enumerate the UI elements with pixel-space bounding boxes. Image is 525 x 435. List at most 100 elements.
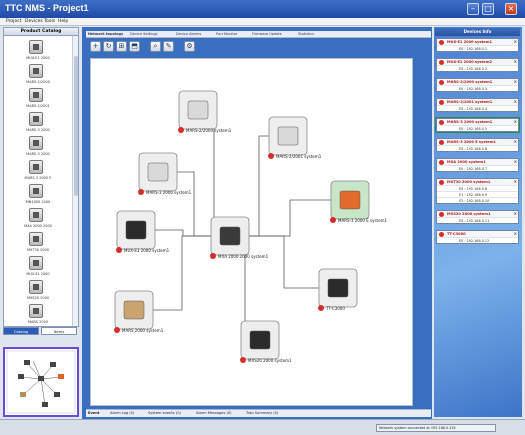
scroll-thumb[interactable] bbox=[74, 56, 78, 196]
tab-alarm-log[interactable]: Alarm Log (0) bbox=[110, 411, 134, 415]
topology-node[interactable]: TT-C3000 bbox=[318, 268, 358, 311]
menu-help[interactable]: Help bbox=[58, 19, 68, 24]
topology-node[interactable]: MARS-2/2000 system1 bbox=[178, 90, 232, 133]
catalog-item[interactable]: MXS20 2000 bbox=[18, 280, 58, 304]
device-info-entry[interactable]: MARS-3 2000 E system1 × E0 : 192.168.0.6 bbox=[436, 138, 519, 152]
grid-layout-icon[interactable]: ⊞ bbox=[116, 41, 127, 52]
tab-device-alarms[interactable]: Device Alarms bbox=[176, 32, 201, 36]
device-name: MUX-E1 2000 system1 bbox=[447, 40, 492, 44]
device-info-entry[interactable]: MXS20 2000 system1 × E0 : 192.168.0.11 bbox=[436, 210, 519, 224]
alarm-status-icon bbox=[268, 153, 274, 159]
menu-project[interactable]: Project bbox=[6, 19, 21, 24]
device-info-entry[interactable]: MUX-E1 2000 system2 × E0 : 192.168.0.2 bbox=[436, 58, 519, 72]
tab-event[interactable]: Event bbox=[88, 411, 100, 415]
device-info-entry[interactable]: MUX-E1 2000 system1 × E0 : 192.168.0.1 bbox=[436, 38, 519, 52]
menu-devices[interactable]: Devices bbox=[25, 19, 43, 24]
device-name: MARS-2/2000 system1 bbox=[447, 80, 493, 84]
tab-items[interactable]: Items bbox=[41, 327, 77, 335]
topology-toolbar: + ↻ ⊞ ⬒ ⌕ ✎ ⚙ bbox=[90, 41, 210, 53]
catalog-item[interactable]: MARS-3 2000 bbox=[18, 136, 58, 160]
maximize-button[interactable]: □ bbox=[482, 3, 494, 15]
device-info-title: MARS-3 2000 system1 × bbox=[437, 119, 518, 125]
device-icon bbox=[29, 256, 43, 270]
remove-icon[interactable]: × bbox=[514, 99, 517, 105]
device-info-title: MXA 2000 system1 × bbox=[437, 159, 518, 165]
catalog-item[interactable]: MARS-3 2000 E bbox=[18, 160, 58, 184]
tab-firmware-update[interactable]: Firmware Update bbox=[252, 32, 282, 36]
remove-icon[interactable]: × bbox=[514, 59, 517, 65]
catalog-item[interactable]: MN1000 2000 bbox=[18, 184, 58, 208]
tab-catalog[interactable]: Catalog bbox=[3, 327, 39, 335]
catalog-item[interactable]: MUX-EL 2000 bbox=[18, 256, 58, 280]
catalog-item[interactable]: MUX-E1 2000 bbox=[18, 40, 58, 64]
tab-device-settings[interactable]: Device Settings bbox=[130, 32, 157, 36]
catalog-item[interactable]: MARS 2000 bbox=[18, 304, 58, 326]
remove-icon[interactable]: × bbox=[514, 211, 517, 217]
export-icon[interactable]: ⬒ bbox=[129, 41, 140, 52]
tab-statistics[interactable]: Statistics bbox=[298, 32, 314, 36]
device-port-row: E0 : 192.168.0.12 bbox=[437, 237, 518, 243]
remove-icon[interactable]: × bbox=[514, 39, 517, 45]
status-tray: Network system connected at 192.168.0.25… bbox=[376, 424, 496, 432]
device-name: MXS20 2000 system1 bbox=[447, 212, 491, 216]
device-icon bbox=[29, 304, 43, 318]
device-info-title: MXS20 2000 system1 × bbox=[437, 211, 518, 217]
node-label: TT-C3000 bbox=[325, 306, 345, 311]
edit-icon[interactable]: ✎ bbox=[163, 41, 174, 52]
remove-icon[interactable]: × bbox=[514, 179, 517, 185]
remove-icon[interactable]: × bbox=[514, 119, 517, 125]
menu-tools[interactable]: Tools bbox=[44, 19, 55, 24]
device-port-row: E0 : 192.168.0.1 bbox=[437, 45, 518, 51]
minimize-button[interactable]: – bbox=[467, 3, 479, 15]
device-icon bbox=[29, 160, 43, 174]
node-label: MXA 2000 2000 system1 bbox=[218, 254, 269, 259]
device-icon bbox=[249, 330, 271, 350]
topology-node[interactable]: MARS-2/2001 system1 bbox=[268, 116, 322, 159]
topology-node[interactable]: MXA 2000 2000 system1 bbox=[210, 216, 269, 259]
catalog-item[interactable]: MARS-2/2001 bbox=[18, 88, 58, 112]
remove-icon[interactable]: × bbox=[514, 79, 517, 85]
tab-port-monitor[interactable]: Port Monitor bbox=[216, 32, 237, 36]
devices-info-header: Devices Info bbox=[435, 28, 520, 36]
tab-system-events[interactable]: System events (0) bbox=[148, 411, 181, 415]
device-icon bbox=[339, 190, 361, 210]
topology-graph[interactable]: MARS-2/2000 system1 MARS-2/2001 system1 MA… bbox=[91, 59, 412, 405]
add-device-icon[interactable]: + bbox=[90, 41, 101, 52]
close-button[interactable]: × bbox=[505, 3, 517, 15]
tab-alarm-messages[interactable]: Alarm Messages (0) bbox=[196, 411, 232, 415]
device-info-entry[interactable]: MARS-2/2001 system1 × E0 : 192.168.0.4 bbox=[436, 98, 519, 112]
zoom-icon[interactable]: ⌕ bbox=[150, 41, 161, 52]
refresh-icon[interactable]: ↻ bbox=[103, 41, 114, 52]
remove-icon[interactable]: × bbox=[514, 231, 517, 237]
settings-icon[interactable]: ⚙ bbox=[184, 41, 195, 52]
tab-trap-summary[interactable]: Trap Summary (0) bbox=[246, 411, 278, 415]
alarm-status-icon bbox=[439, 211, 444, 217]
menu-bar: Project Devices Tools Help bbox=[0, 18, 525, 26]
topology-node[interactable]: MUX-E1 2000 system1 bbox=[116, 210, 170, 253]
remove-icon[interactable]: × bbox=[514, 159, 517, 165]
topology-node[interactable]: MARS-3 2000 system1 bbox=[138, 152, 192, 195]
catalog-item[interactable]: MARS-3 2000 bbox=[18, 112, 58, 136]
device-info-entry[interactable]: MARS-2/2000 system1 × E0 : 192.168.0.3 bbox=[436, 78, 519, 92]
catalog-item[interactable]: MARS-2/2000 bbox=[18, 64, 58, 88]
device-info-entry[interactable]: TT-C3000 × E0 : 192.168.0.12 bbox=[436, 230, 519, 244]
topology-node[interactable]: MARS 2000 system1 bbox=[114, 290, 164, 333]
catalog-item[interactable]: MXA 2000 2000 bbox=[18, 208, 58, 232]
device-icon bbox=[277, 126, 299, 146]
device-icon bbox=[219, 226, 241, 246]
overview-minimap[interactable] bbox=[3, 347, 79, 417]
device-info-entry[interactable]: MXA 2000 system1 × E0 : 192.168.0.7 bbox=[436, 158, 519, 172]
topology-canvas[interactable]: MARS-2/2000 system1 MARS-2/2001 system1 MA… bbox=[90, 58, 413, 406]
catalog-item[interactable]: MXT30 2000 bbox=[18, 232, 58, 256]
alarm-status-icon bbox=[439, 179, 444, 185]
device-port-row: E0 : 192.168.0.7 bbox=[437, 165, 518, 171]
node-label: MUX-E1 2000 system1 bbox=[124, 248, 170, 253]
node-label: MARS 2000 system1 bbox=[122, 328, 164, 333]
catalog-scrollbar[interactable] bbox=[72, 36, 78, 326]
tab-network-topology[interactable]: Network topology bbox=[88, 32, 123, 36]
remove-icon[interactable]: × bbox=[514, 139, 517, 145]
device-info-entry[interactable]: MARS-3 2000 system1 × E0 : 192.168.0.5 bbox=[435, 117, 520, 133]
device-info-entry[interactable]: MXT30 2000 system1 × E0 : 192.168.0.8 E1 : … bbox=[436, 178, 519, 204]
topology-node[interactable]: MXS20 2000 system1 bbox=[240, 320, 292, 363]
topology-node[interactable]: MARS-3 2000 E system1 bbox=[330, 180, 387, 223]
